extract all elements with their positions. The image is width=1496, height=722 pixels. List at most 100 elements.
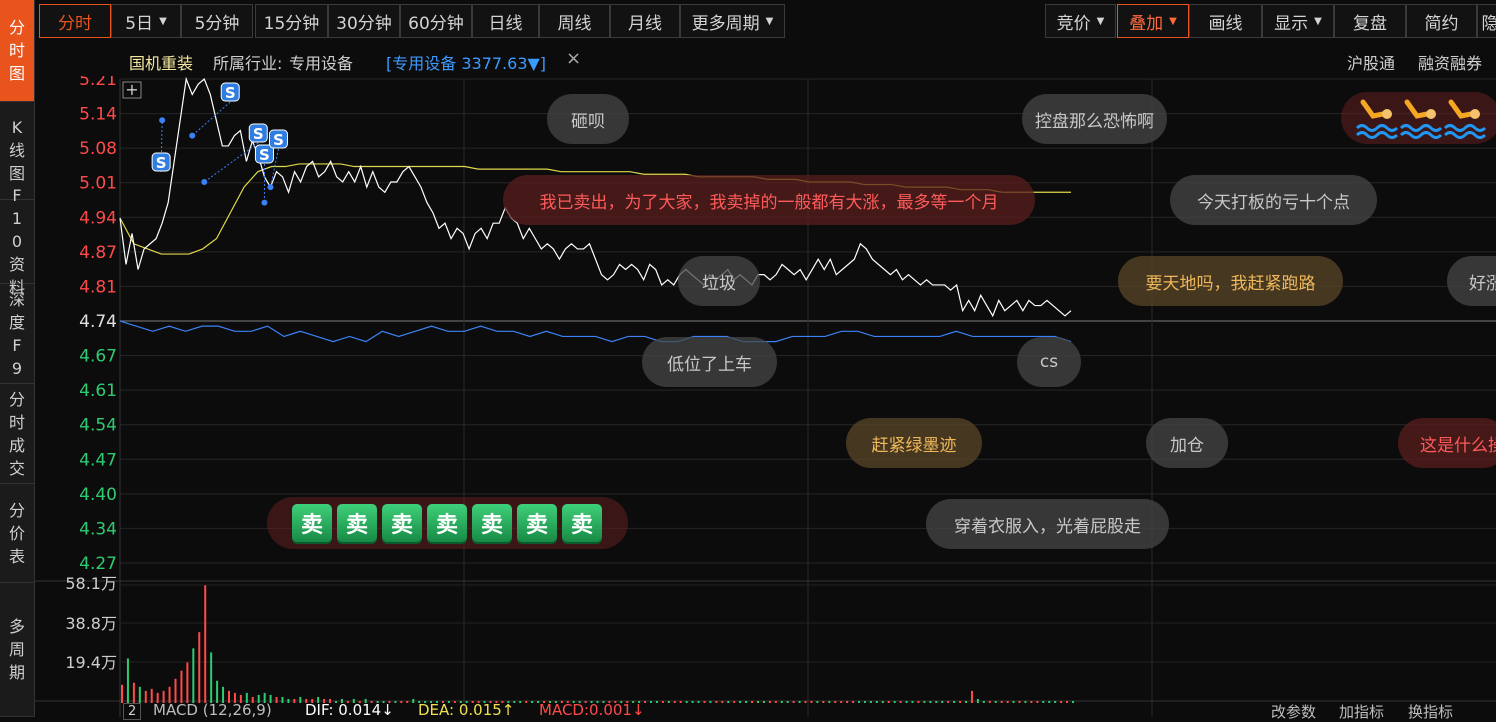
- left-tab-5[interactable]: 分价表: [0, 484, 34, 583]
- swimmer-icon: [1341, 92, 1496, 144]
- swimmer-emoji-bubble[interactable]: [1341, 92, 1496, 144]
- danmaku-bubble[interactable]: 这是什么操作: [1398, 418, 1496, 468]
- chart-area: 5.215.145.085.014.944.874.814.744.674.61…: [35, 76, 1496, 721]
- sell-sticker-icon: 卖: [382, 504, 422, 542]
- price-tick-label: 4.61: [79, 381, 117, 401]
- price-tick-label: 4.87: [79, 243, 117, 263]
- add-indicator-button[interactable]: 加指标: [1339, 701, 1384, 722]
- tool-button-0[interactable]: 竞价 ▼: [1045, 4, 1116, 38]
- price-tick-label: 4.47: [79, 450, 117, 470]
- price-tick-label: 4.67: [79, 347, 117, 367]
- tool-label: 显示: [1274, 9, 1308, 34]
- sell-marker-link: [204, 143, 258, 182]
- chevron-down-icon: ▼: [159, 16, 167, 27]
- period-button-1[interactable]: 5日 ▼: [111, 4, 181, 38]
- stock-info-bar: 国机重装 所属行业: 专用设备 [专用设备 3377.63▼] × 沪股通 融资…: [35, 44, 1496, 76]
- industry-label: 所属行业:: [213, 50, 282, 74]
- sell-sticker-icon: 卖: [292, 504, 332, 542]
- tool-button-2[interactable]: 画线: [1189, 4, 1262, 38]
- period-button-9[interactable]: 更多周期▼: [680, 4, 785, 38]
- price-tick-label: 5.21: [79, 76, 117, 90]
- price-tick-label: 4.94: [79, 208, 117, 228]
- period-label: 5日: [125, 9, 153, 34]
- close-icon[interactable]: ×: [566, 48, 581, 69]
- volume-tick-label: 58.1万: [65, 574, 117, 593]
- period-button-7[interactable]: 周线: [539, 4, 610, 38]
- indicator-name[interactable]: MACD (12,26,9): [153, 701, 272, 719]
- sell-sticker-icon: 卖: [337, 504, 377, 542]
- price-tick-label: 4.34: [79, 519, 117, 539]
- period-button-5[interactable]: 60分钟: [400, 4, 472, 38]
- tool-button-1[interactable]: 叠加▼: [1117, 4, 1189, 38]
- index-overlay-line: [120, 321, 1071, 342]
- left-tab-bar: 分时图K线图F10资料深度F9分时成交分价表多周期: [0, 0, 35, 717]
- tool-button-3[interactable]: 显示▼: [1262, 4, 1334, 38]
- period-button-4[interactable]: 30分钟: [328, 4, 400, 38]
- margin-trading-link[interactable]: 融资融券: [1418, 50, 1482, 74]
- sell-sticker-icon: 卖: [427, 504, 467, 542]
- period-label: 15分钟: [264, 9, 320, 34]
- sell-point-dot: [189, 133, 195, 139]
- danmaku-bubble[interactable]: 加仓: [1146, 418, 1228, 468]
- index-overlay-tag[interactable]: [专用设备 3377.63▼]: [386, 50, 546, 74]
- sell-point-dot: [201, 179, 207, 185]
- stock-name[interactable]: 国机重装: [129, 50, 193, 74]
- danmaku-bubble[interactable]: 赶紧绿墨迹: [846, 418, 982, 468]
- left-tab-3[interactable]: 深度F9: [0, 284, 34, 384]
- danmaku-bubble[interactable]: 今天打板的亏十个点: [1170, 175, 1377, 225]
- tool-label: 竞价: [1057, 9, 1091, 34]
- danmaku-bubble[interactable]: 我已卖出，为了大家，我卖掉的一般都有大涨，最多等一个月: [503, 175, 1035, 225]
- tool-label: 复盘: [1353, 9, 1387, 34]
- danmaku-bubble[interactable]: 垃圾: [678, 256, 760, 306]
- price-tick-label: 4.40: [79, 485, 117, 505]
- danmaku-bubble[interactable]: 砸呗: [547, 94, 629, 144]
- switch-indicator-button[interactable]: 换指标: [1408, 701, 1453, 722]
- tool-label: 隐: [1482, 9, 1496, 34]
- tool-button-6[interactable]: 隐: [1477, 4, 1496, 38]
- price-tick-label: 5.01: [79, 174, 117, 194]
- period-label: 5分钟: [195, 9, 240, 34]
- danmaku-bubble[interactable]: 低位了上车: [642, 337, 777, 387]
- intraday-chart[interactable]: 5.215.145.085.014.944.874.814.744.674.61…: [35, 76, 1496, 717]
- period-button-6[interactable]: 日线: [472, 4, 539, 38]
- price-tick-label: 4.27: [79, 554, 117, 574]
- chevron-down-icon: ▼: [1097, 16, 1105, 27]
- chevron-down-icon: ▼: [1169, 16, 1177, 27]
- danmaku-bubble[interactable]: 穿着衣服入，光着屁股走: [926, 499, 1169, 549]
- sell-marker-label: S: [253, 125, 264, 143]
- sell-sticker-bubble[interactable]: 卖卖卖卖卖卖卖: [267, 497, 628, 549]
- period-button-8[interactable]: 月线: [610, 4, 680, 38]
- tool-button-4[interactable]: 复盘: [1334, 4, 1406, 38]
- indicator-number[interactable]: 2: [123, 703, 141, 720]
- chevron-down-icon: ▼: [766, 16, 774, 27]
- period-label: 月线: [628, 9, 662, 34]
- sell-marker-label: S: [225, 84, 236, 102]
- danmaku-bubble[interactable]: 要天地吗，我赶紧跑路: [1118, 256, 1343, 306]
- period-label: 30分钟: [336, 9, 392, 34]
- tool-label: 简约: [1425, 9, 1459, 34]
- hsgt-link[interactable]: 沪股通: [1347, 50, 1395, 74]
- period-label: 分时: [58, 9, 92, 34]
- sell-sticker-icon: 卖: [472, 504, 512, 542]
- left-tab-6[interactable]: 多周期: [0, 583, 34, 717]
- left-tab-2[interactable]: F10资料: [0, 200, 34, 284]
- indicator-bar: 2 MACD (12,26,9) DIF: 0.014↓ DEA: 0.015↑…: [123, 703, 1496, 717]
- crosshair-icon-glyph: +: [125, 80, 138, 99]
- tool-label: 画线: [1209, 9, 1243, 34]
- period-button-3[interactable]: 15分钟: [255, 4, 328, 38]
- volume-tick-label: 19.4万: [65, 653, 117, 672]
- change-params-button[interactable]: 改参数: [1271, 701, 1316, 722]
- danmaku-bubble[interactable]: 控盘那么恐怖啊: [1022, 94, 1167, 144]
- tool-button-5[interactable]: 简约: [1406, 4, 1477, 38]
- sell-point-dot: [261, 200, 267, 206]
- danmaku-bubble[interactable]: 好涨: [1447, 256, 1496, 306]
- left-tab-4[interactable]: 分时成交: [0, 384, 34, 484]
- sell-marker-link: [192, 102, 230, 136]
- period-button-0[interactable]: 分时: [39, 4, 111, 38]
- period-button-2[interactable]: 5分钟: [181, 4, 253, 38]
- left-tab-0[interactable]: 分时图: [0, 0, 34, 102]
- sell-marker-label: S: [259, 146, 270, 164]
- danmaku-bubble[interactable]: cs: [1017, 337, 1081, 387]
- industry-name[interactable]: 专用设备: [289, 50, 353, 74]
- sell-point-dot: [267, 184, 273, 190]
